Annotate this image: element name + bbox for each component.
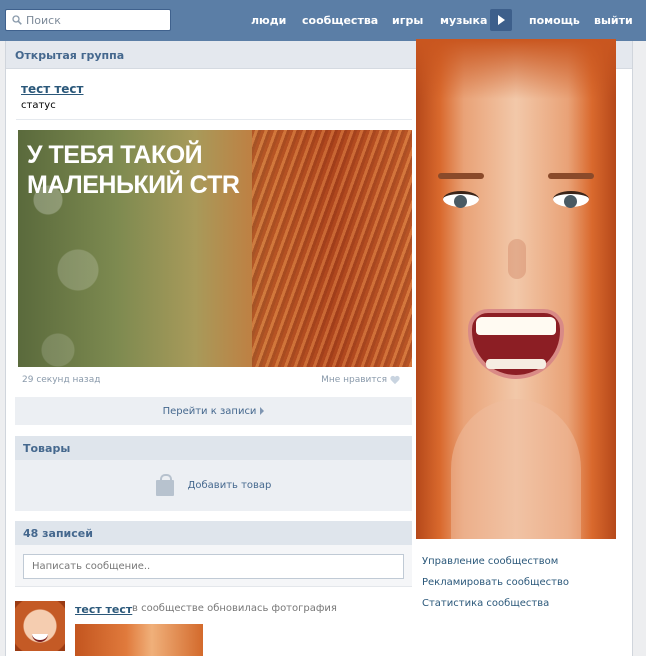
portrait-hair <box>416 39 616 99</box>
like-label: Мне нравится <box>321 375 387 385</box>
search-input[interactable] <box>26 13 156 27</box>
nav-help[interactable]: помощь <box>529 14 580 27</box>
community-stats-link[interactable]: Статистика сообщества <box>422 593 569 614</box>
add-goods-button[interactable]: Добавить товар <box>15 460 412 511</box>
add-goods-label: Добавить товар <box>187 480 272 491</box>
manage-community-link[interactable]: Управление сообществом <box>422 551 569 572</box>
portrait-brow-right <box>548 173 594 179</box>
shopping-bag-icon <box>155 473 174 496</box>
new-post-area <box>15 545 412 587</box>
group-name[interactable]: тест тест <box>21 82 84 96</box>
group-cover-photo[interactable] <box>416 39 616 539</box>
portrait-lower-teeth <box>486 359 546 369</box>
chevron-right-icon <box>260 407 265 415</box>
post-headline: У ТЕБЯ ТАКОЙ МАЛЕНЬКИЙ CTR <box>27 141 240 199</box>
post-timestamp[interactable]: 29 секунд назад <box>22 375 100 385</box>
heart-icon <box>390 376 400 385</box>
nav-games[interactable]: игры <box>392 14 423 27</box>
avatar-smile <box>32 634 48 642</box>
advertise-community-link[interactable]: Рекламировать сообщество <box>422 572 569 593</box>
divider <box>16 119 412 120</box>
portrait-nose <box>508 239 526 279</box>
nav-communities[interactable]: сообщества <box>302 14 378 27</box>
feed-photo[interactable] <box>75 624 203 656</box>
goto-post-label: Перейти к записи <box>162 405 257 417</box>
feed-author-link[interactable]: тест тест <box>75 603 132 616</box>
portrait-eye-right <box>553 191 589 208</box>
nav-people[interactable]: люди <box>251 14 286 27</box>
like-button[interactable]: Мне нравится <box>321 375 400 385</box>
community-links: Управление сообществом Рекламировать соо… <box>422 551 569 614</box>
top-bar: люди сообщества игры музыка помощь выйти <box>0 0 646 41</box>
portrait-brow-left <box>438 173 484 179</box>
feed-action-text: в сообществе обновилась фотография <box>132 603 337 614</box>
avatar[interactable] <box>15 601 65 651</box>
message-input[interactable] <box>23 554 404 579</box>
search-icon <box>12 15 22 25</box>
portrait-teeth <box>476 317 556 335</box>
goods-header[interactable]: Товары <box>15 436 412 460</box>
posts-count-header[interactable]: 48 записей <box>15 521 412 545</box>
post-image[interactable]: У ТЕБЯ ТАКОЙ МАЛЕНЬКИЙ CTR <box>18 130 412 367</box>
portrait-eye-left <box>443 191 479 208</box>
portrait-chin <box>451 399 581 539</box>
goto-post-button[interactable]: Перейти к записи <box>15 397 412 425</box>
search-box[interactable] <box>5 9 171 31</box>
nav-logout[interactable]: выйти <box>594 14 633 27</box>
nav-music[interactable]: музыка <box>440 14 487 27</box>
group-status[interactable]: статус <box>21 100 56 111</box>
music-play-button[interactable] <box>490 9 512 31</box>
